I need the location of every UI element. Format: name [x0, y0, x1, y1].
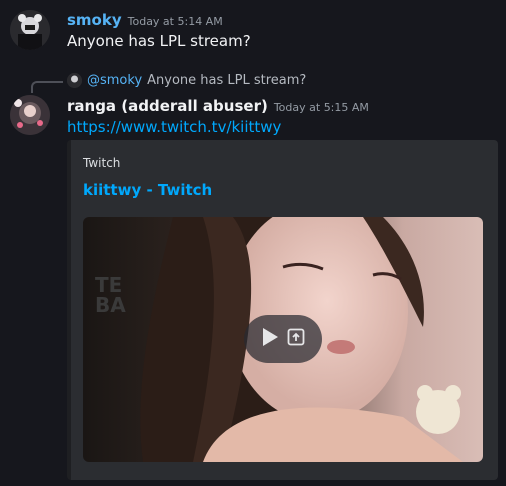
- embed-video-thumbnail[interactable]: TE BA: [83, 217, 483, 462]
- avatar[interactable]: [10, 10, 50, 50]
- timestamp: Today at 5:14 AM: [127, 15, 223, 28]
- reply-mention[interactable]: @smoky: [87, 73, 142, 88]
- message-content: Anyone has LPL stream?: [67, 32, 251, 50]
- link-embed: Twitch kiittwy - Twitch TE BA: [67, 140, 498, 480]
- avatar-ranga-image: [10, 95, 50, 135]
- reply-preview[interactable]: @smoky Anyone has LPL stream?: [67, 73, 306, 88]
- reply-avatar: [67, 73, 82, 88]
- embed-provider[interactable]: Twitch: [83, 156, 120, 170]
- author-name[interactable]: ranga (adderall abuser): [67, 97, 268, 115]
- avatar[interactable]: [10, 95, 50, 135]
- message-smoky: smoky Today at 5:14 AM Anyone has LPL str…: [0, 0, 506, 60]
- reply-spine: [31, 81, 63, 93]
- embed-title[interactable]: kiittwy - Twitch: [83, 181, 212, 199]
- reply-quoted-text: Anyone has LPL stream?: [147, 73, 307, 88]
- twitch-link[interactable]: https://www.twitch.tv/kiittwy: [67, 118, 281, 136]
- avatar-smoky-image: [10, 10, 50, 50]
- svg-text:BA: BA: [95, 293, 126, 317]
- video-controls: [244, 315, 322, 363]
- author-name[interactable]: smoky: [67, 11, 122, 29]
- open-external-icon[interactable]: [287, 328, 305, 350]
- timestamp: Today at 5:15 AM: [273, 101, 369, 114]
- play-icon[interactable]: [261, 327, 279, 351]
